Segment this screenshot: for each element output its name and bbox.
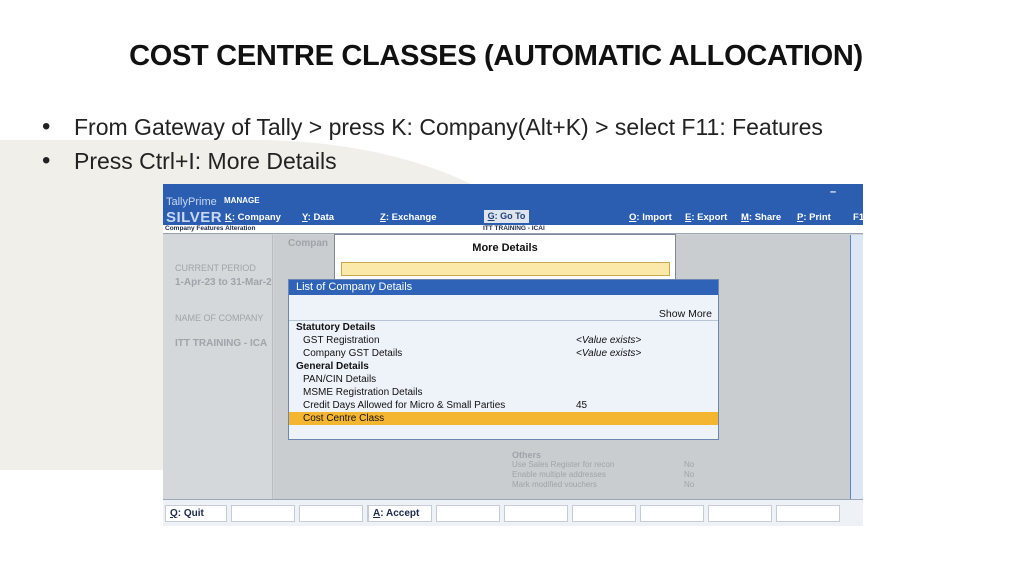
others-row: Use Sales Register for recon No [512,460,695,469]
slide-title: COST CENTRE CLASSES (AUTOMATIC ALLOCATIO… [129,40,863,72]
show-more-button[interactable]: Show More [659,308,712,320]
menu-goto[interactable]: G: Go To [484,210,529,223]
gateway-side-panel: CURRENT PERIOD 1-Apr-23 to 31-Mar-2 NAME… [163,235,273,499]
bottom-slot[interactable] [231,505,295,522]
list-item[interactable]: GST Registration <Value exists> [289,334,718,347]
menu-export[interactable]: E: Export [685,212,727,223]
bullet-list: From Gateway of Tally > press K: Company… [40,110,823,178]
more-details-dialog: More Details [334,234,676,282]
minimize-icon[interactable]: – [830,186,836,198]
company-value: ITT TRAINING - ICA [175,338,268,349]
menu-data[interactable]: Y: Data [302,212,334,223]
list-item[interactable]: Credit Days Allowed for Micro & Small Pa… [289,399,718,412]
list-section-statutory: Statutory Details [296,322,376,333]
list-section-general: General Details [296,361,369,372]
list-item[interactable]: MSME Registration Details [289,386,718,399]
tally-brand-tag: MANAGE [224,196,260,205]
tally-edition: SILVER [166,209,223,226]
bottom-slot[interactable] [436,505,500,522]
tally-top-bar: TallyPrime MANAGE SILVER K: Company Y: D… [163,184,863,230]
bottom-slot[interactable] [640,505,704,522]
menu-company[interactable]: K: Company [225,212,281,223]
screen-name: Company Features Alteration [165,225,256,232]
bottom-slot[interactable] [572,505,636,522]
bottom-slot[interactable] [299,505,363,522]
others-row: Mark modified vouchers No [512,480,695,489]
screen-title-bar: Company Features Alteration ITT TRAINING… [163,225,863,234]
quit-button[interactable]: Q: Quit [165,505,227,522]
others-section: Others Use Sales Register for recon No En… [512,450,702,490]
others-heading: Others [512,450,542,460]
others-row: Enable multiple addresses No [512,470,695,479]
period-value: 1-Apr-23 to 31-Mar-2 [175,277,272,288]
more-details-input[interactable] [341,262,670,276]
tally-brand: TallyPrime [166,196,217,208]
period-label: CURRENT PERIOD [175,263,256,273]
company-label: NAME OF COMPANY [175,313,264,323]
bottom-button-bar: Q: Quit A: Accept [163,499,863,526]
features-panel-title: Compan [288,238,328,249]
list-header: List of Company Details [289,280,718,295]
menu-f1[interactable]: F1 [853,212,863,223]
bullet-item: From Gateway of Tally > press K: Company… [40,110,823,144]
company-details-list: List of Company Details Show More Statut… [288,279,719,440]
accept-button[interactable]: A: Accept [368,505,432,522]
tally-window: TallyPrime MANAGE SILVER K: Company Y: D… [163,184,863,526]
list-item[interactable]: PAN/CIN Details [289,373,718,386]
bottom-slot[interactable] [504,505,568,522]
right-button-strip [850,235,863,505]
bullet-item: Press Ctrl+I: More Details [40,144,823,178]
company-name: ITT TRAINING - ICAI [483,225,545,232]
more-details-title: More Details [472,242,538,254]
list-item[interactable]: Company GST Details <Value exists> [289,347,718,360]
menu-print[interactable]: P: Print [797,212,831,223]
menu-share[interactable]: M: Share [741,212,781,223]
menu-import[interactable]: O: Import [629,212,672,223]
bottom-slot[interactable] [776,505,840,522]
list-item-cost-centre-class[interactable]: Cost Centre Class [289,412,718,425]
bottom-slot[interactable] [708,505,772,522]
menu-exchange[interactable]: Z: Exchange [380,212,437,223]
